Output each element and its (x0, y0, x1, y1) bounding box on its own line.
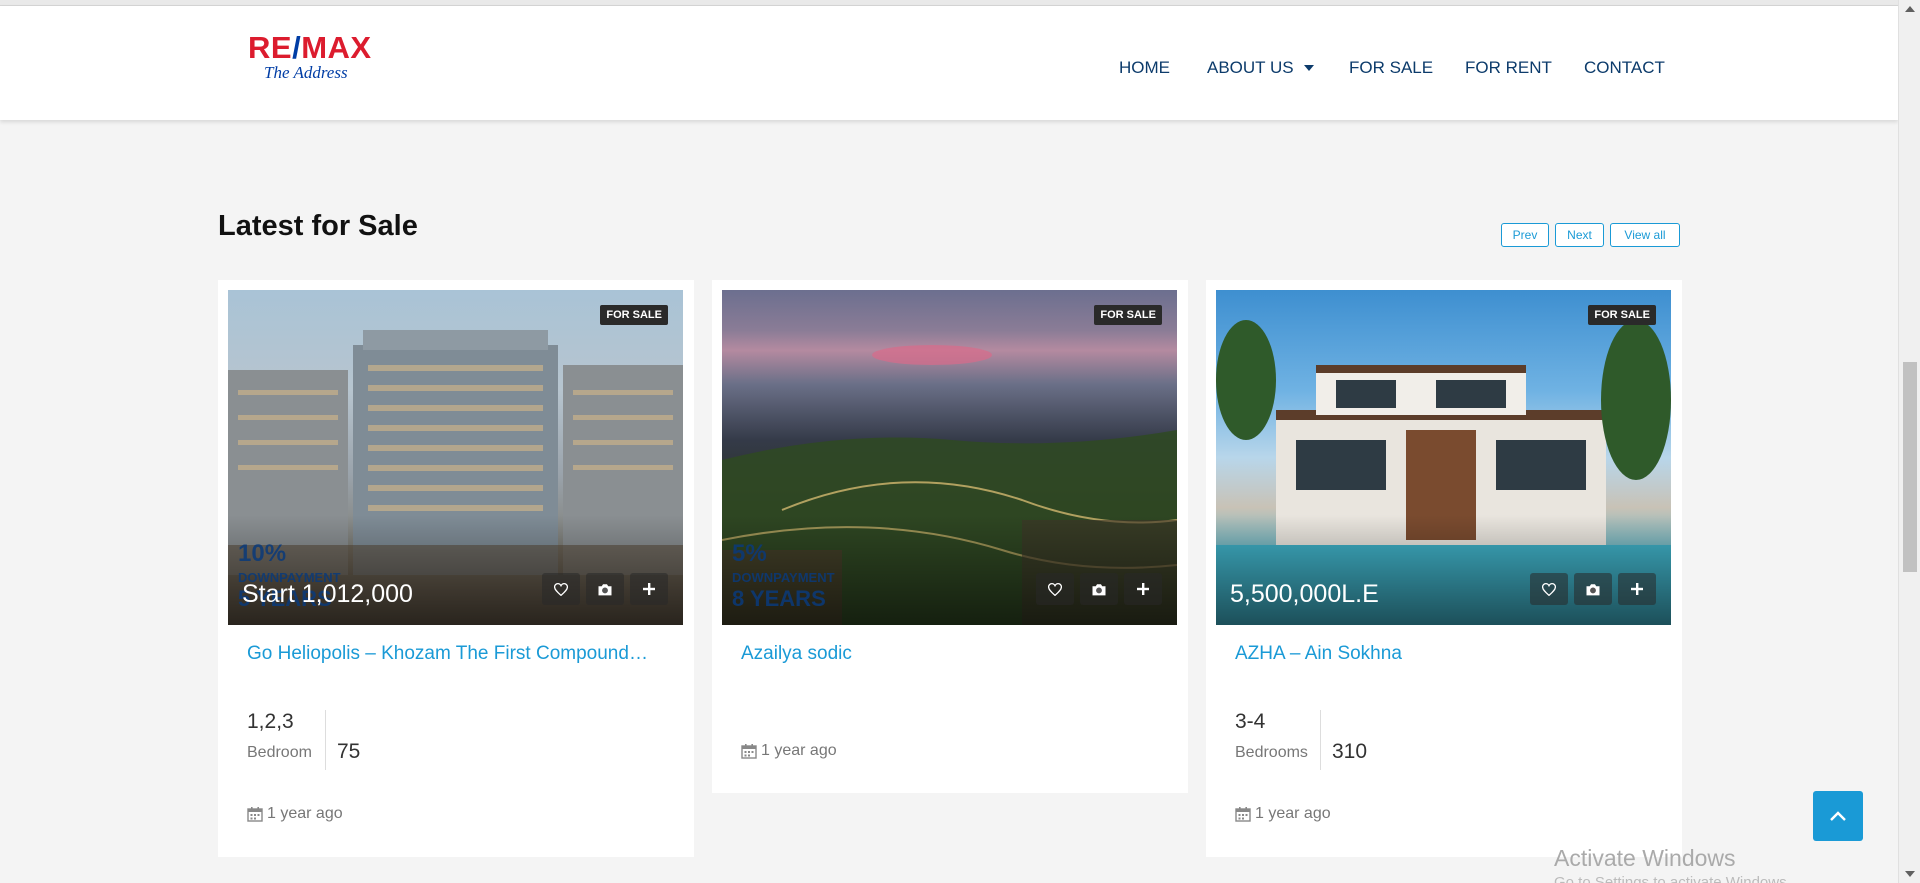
nav-item-home[interactable]: HOME (1119, 53, 1170, 83)
compare-button[interactable] (1124, 573, 1162, 605)
photos-button[interactable] (1080, 573, 1118, 605)
activate-windows-watermark: Activate Windows (1554, 845, 1736, 871)
bedrooms-label: Bedrooms (1235, 744, 1308, 761)
bedrooms-label: Bedroom (247, 744, 312, 761)
bedrooms-value: 3-4 (1235, 710, 1266, 733)
plus-icon (643, 583, 655, 595)
remax-logo[interactable]: RE/MAX The Address (248, 32, 378, 94)
property-title[interactable]: Go Heliopolis – Khozam The First Compoun… (247, 643, 677, 665)
heart-icon (554, 582, 568, 596)
card-tools (542, 573, 668, 605)
listing-date: 1 year ago (247, 805, 343, 823)
view-all-button[interactable]: View all (1610, 223, 1680, 247)
card-tools (1036, 573, 1162, 605)
camera-icon (1092, 583, 1106, 595)
property-card[interactable]: FOR SALE 5,500,000L.E AZHA – Ain Sokhna … (1206, 280, 1682, 857)
photos-button[interactable] (1574, 573, 1612, 605)
listing-date: 1 year ago (1235, 805, 1331, 823)
nav-home-link[interactable]: HOME (1119, 58, 1170, 78)
section-title: Latest for Sale (218, 210, 418, 242)
plus-icon (1631, 583, 1643, 595)
property-card[interactable]: 5% DOWNPAYMENT 8 YEARS FOR SALE Azailya … (712, 280, 1188, 793)
compare-button[interactable] (630, 573, 668, 605)
chevron-down-icon[interactable] (1303, 65, 1314, 71)
nav-item-about[interactable]: ABOUT US (1207, 53, 1314, 83)
property-card[interactable]: 10% DOWNPAYMENT 5 YEARS FOR SALE Start 1… (218, 280, 694, 857)
scroll-to-top-button[interactable] (1813, 791, 1863, 841)
listing-date: 1 year ago (741, 742, 837, 760)
logo-tagline: The Address (264, 63, 348, 82)
nav-for-rent-link[interactable]: FOR RENT (1465, 58, 1552, 78)
spec-divider (1320, 710, 1321, 770)
status-badge: FOR SALE (1588, 305, 1656, 325)
scrollbar-thumb[interactable] (1903, 362, 1917, 572)
chevron-up-icon (1830, 811, 1846, 821)
property-title[interactable]: AZHA – Ain Sokhna (1235, 643, 1665, 665)
property-photo[interactable]: FOR SALE 5,500,000L.E (1216, 290, 1671, 625)
property-price: 5,500,000L.E (1230, 580, 1379, 608)
calendar-icon (741, 744, 757, 759)
status-badge: FOR SALE (600, 305, 668, 325)
prev-button[interactable]: Prev (1501, 223, 1549, 247)
scroll-down-arrow-icon[interactable] (1905, 871, 1915, 877)
property-photo[interactable]: 10% DOWNPAYMENT 5 YEARS FOR SALE Start 1… (228, 290, 683, 625)
spec-divider (325, 710, 326, 770)
compare-button[interactable] (1618, 573, 1656, 605)
nav-item-for-rent[interactable]: FOR RENT (1465, 53, 1552, 83)
promo-percent: 10% (238, 540, 287, 567)
listing-date-text: 1 year ago (267, 805, 343, 822)
area-value: 310 (1332, 740, 1368, 763)
camera-icon (1586, 583, 1600, 595)
calendar-icon (247, 807, 263, 822)
page-scrollbar[interactable] (1898, 0, 1920, 883)
nav-for-sale-link[interactable]: FOR SALE (1349, 58, 1433, 78)
bedrooms-value: 1,2,3 (247, 710, 294, 733)
camera-icon (598, 583, 612, 595)
card-tools (1530, 573, 1656, 605)
site-header: RE/MAX The Address HOME ABOUT US FOR SAL… (0, 6, 1898, 120)
heart-icon (1542, 582, 1556, 596)
activate-windows-subtext: Go to Settings to activate Windows. (1554, 874, 1791, 883)
property-photo[interactable]: 5% DOWNPAYMENT 8 YEARS FOR SALE (722, 290, 1177, 625)
favorite-button[interactable] (1530, 573, 1568, 605)
area-value: 75 (337, 740, 361, 763)
property-title[interactable]: Azailya sodic (741, 643, 1171, 665)
status-badge: FOR SALE (1094, 305, 1162, 325)
nav-item-for-sale[interactable]: FOR SALE (1349, 53, 1433, 83)
nav-contact-link[interactable]: CONTACT (1584, 58, 1665, 78)
nav-about-link[interactable]: ABOUT US (1207, 58, 1294, 78)
next-button[interactable]: Next (1555, 223, 1604, 247)
logo-wordmark: RE/MAX (248, 30, 372, 65)
promo-downpayment: DOWNPAYMENT (732, 570, 835, 585)
property-price: Start 1,012,000 (242, 580, 413, 608)
photos-button[interactable] (586, 573, 624, 605)
plus-icon (1137, 583, 1149, 595)
scroll-up-arrow-icon[interactable] (1905, 6, 1915, 12)
promo-percent: 5% (732, 540, 767, 567)
listing-date-text: 1 year ago (1255, 805, 1331, 822)
favorite-button[interactable] (1036, 573, 1074, 605)
calendar-icon (1235, 807, 1251, 822)
nav-item-contact[interactable]: CONTACT (1584, 53, 1665, 83)
favorite-button[interactable] (542, 573, 580, 605)
heart-icon (1048, 582, 1062, 596)
listing-date-text: 1 year ago (761, 742, 837, 759)
promo-years: 8 YEARS (732, 586, 826, 611)
